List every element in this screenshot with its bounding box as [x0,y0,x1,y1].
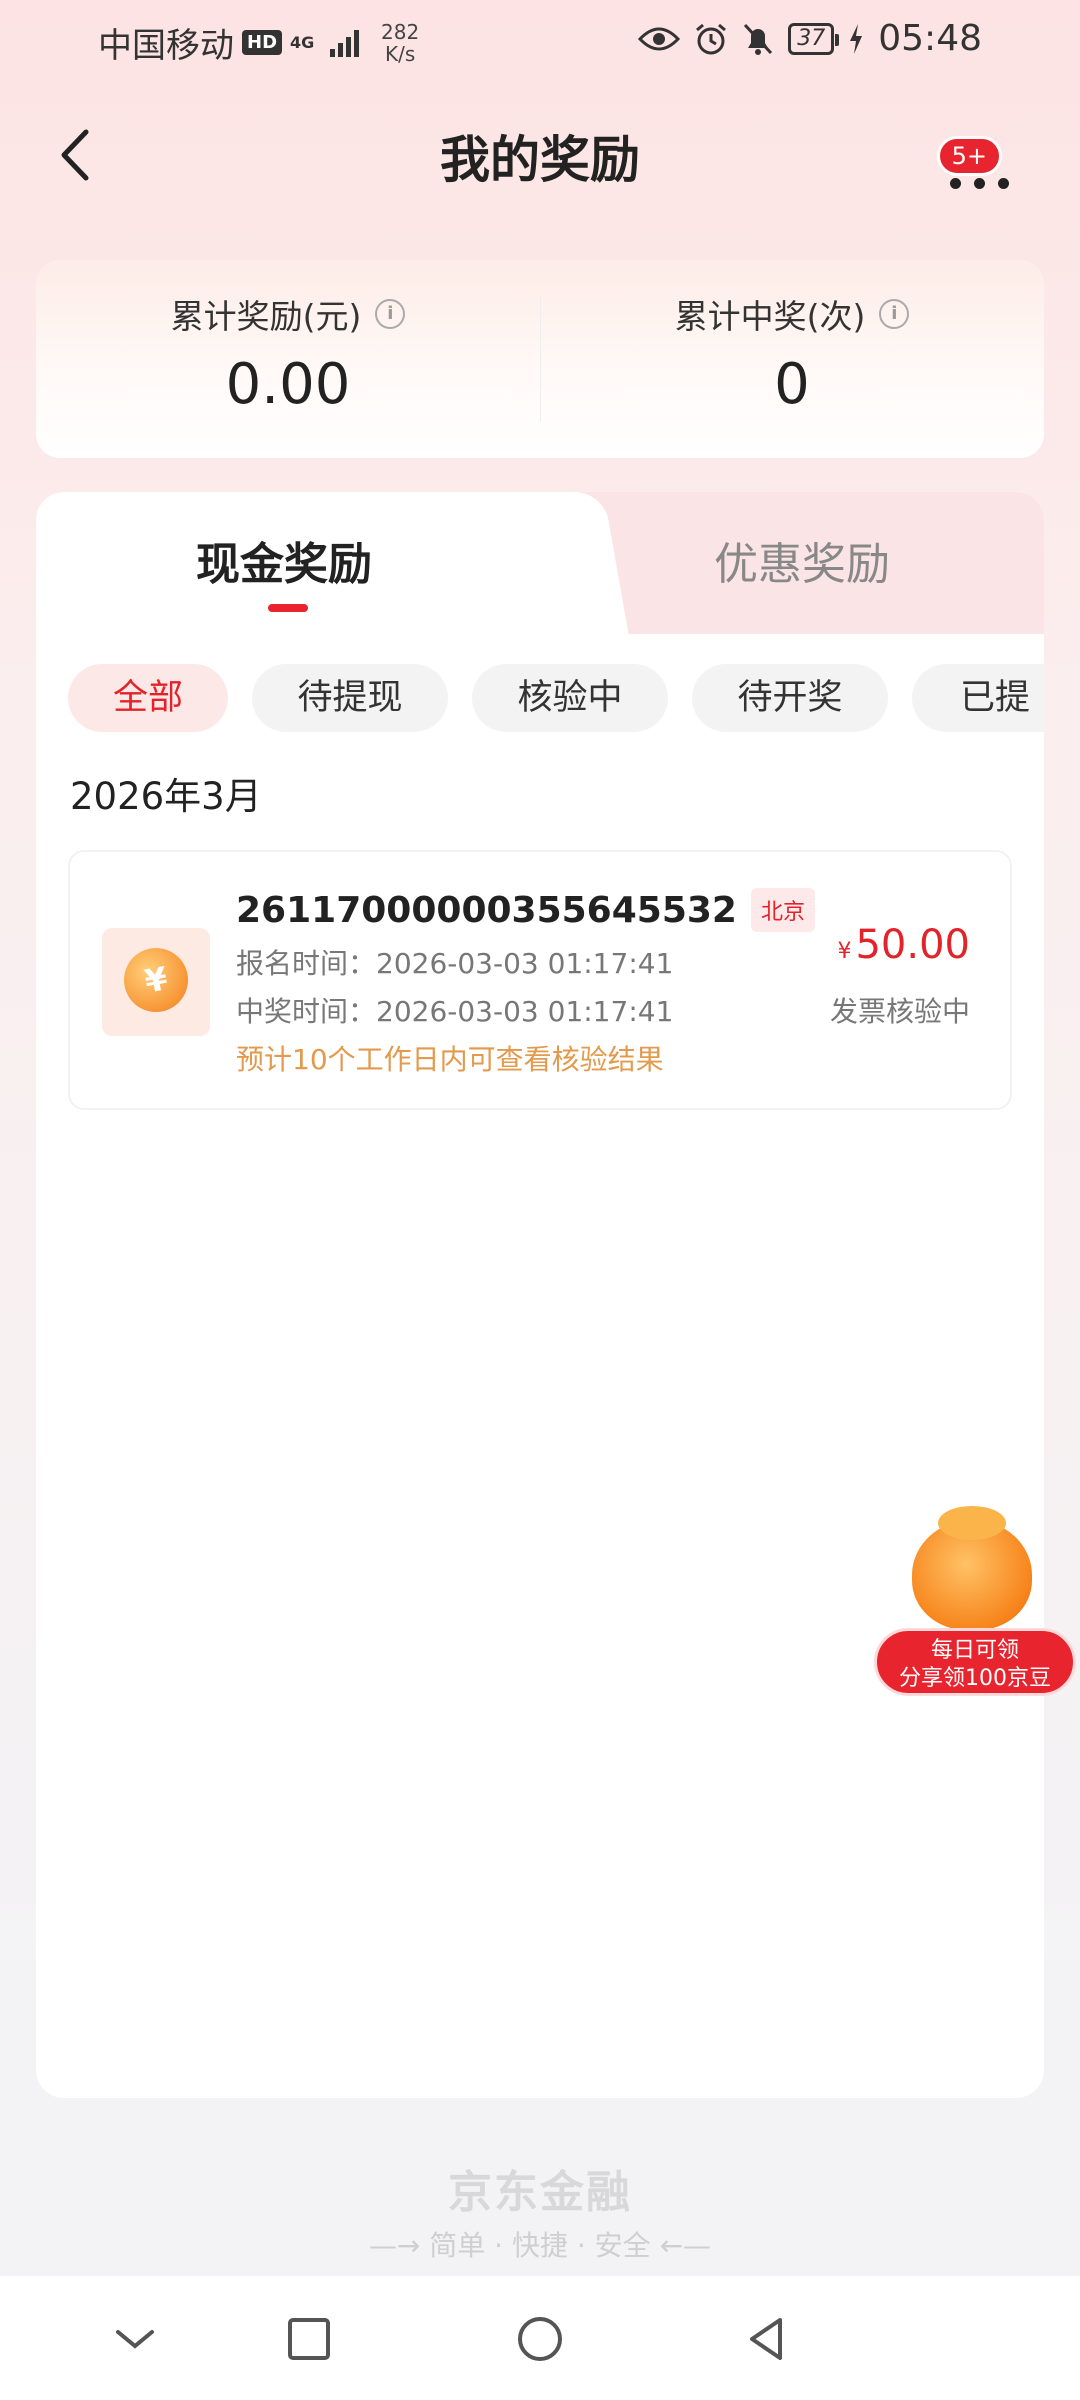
info-icon[interactable]: i [375,299,406,329]
tab-cash-reward[interactable]: 现金奖励 [196,528,372,592]
recents-square-icon[interactable] [284,2314,334,2364]
filter-withdrawn[interactable]: 已提 [912,664,1044,732]
more-menu-button[interactable]: 5+ [936,132,1024,192]
promo-line1: 每日可领 [930,1638,1019,1663]
reward-thumbnail: ¥ [102,928,210,1036]
speed-value: 282 [381,19,420,44]
charging-icon [850,23,863,54]
brand-logo: 京东金融 [448,2167,632,2218]
status-left: 中国移动 HD 4G 282 K/s [98,18,419,67]
page-title: 我的奖励 [440,131,640,189]
back-triangle-icon[interactable] [742,2314,792,2364]
speed-unit: K/s [384,41,416,66]
filter-all[interactable]: 全部 [68,664,228,732]
home-circle-icon[interactable] [515,2314,565,2364]
rewards-panel: 现金奖励 优惠奖励 全部 待提现 核验中 待开奖 已提 2026年3月 ¥ 261170… [36,492,1044,2098]
mute-bell-icon [744,23,773,55]
alarm-icon [696,23,727,54]
chevron-down-icon[interactable] [110,2314,160,2364]
city-tag: 北京 [750,888,815,932]
verify-tip: 预计10个工作日内可查看核验结果 [236,1043,664,1076]
reward-record-card[interactable]: ¥ 26117000000355645532 北京 报名时间：2026-03-0… [68,850,1012,1110]
page-header: 我的奖励 5+ [0,100,1080,210]
hd-badge: HD [242,30,283,55]
network-speed: 282 K/s [381,21,419,65]
more-dot [998,178,1009,189]
total-wins-label-row: 累计中奖(次) i [675,290,910,338]
brand-slogan: —→ 简单 · 快捷 · 安全 ←— [368,2229,712,2262]
filter-verifying[interactable]: 核验中 [472,664,668,732]
system-nav-bar [0,2276,1080,2400]
more-dots-icon [950,178,961,189]
currency-symbol: ¥ [837,939,852,964]
promo-label: 每日可领 分享领100京豆 [874,1628,1076,1696]
reward-amount: ¥50.00 [837,922,970,968]
money-bag-icon [912,1506,1032,1630]
eye-icon [638,27,681,50]
filter-pending-draw[interactable]: 待开奖 [692,664,888,732]
info-icon[interactable]: i [879,299,910,329]
status-bar: 中国移动 HD 4G 282 K/s 37 05:48 [0,0,1080,80]
status-right: 37 05:48 [638,18,982,59]
total-reward-value: 0.00 [225,352,351,417]
amount-value: 50.00 [855,922,970,968]
order-row: 26117000000355645532 北京 [236,888,815,932]
battery-icon: 37 [788,22,840,55]
month-heading: 2026年3月 [70,775,262,818]
signup-time: 报名时间：2026-03-03 01:17:41 [236,947,674,980]
record-status: 发票核验中 [829,995,970,1028]
win-time: 中奖时间：2026-03-03 01:17:41 [236,995,674,1028]
more-dot [974,178,985,189]
clock: 05:48 [878,18,982,59]
total-reward-label: 累计奖励(元) [170,297,362,336]
network-type: 4G [290,32,315,52]
floating-promo[interactable]: 每日可领 分享领100京豆 [872,1506,1080,1700]
carrier-name: 中国移动 [98,26,234,66]
total-reward: 累计奖励(元) i 0.00 [36,290,540,417]
yuan-coin-icon: ¥ [118,942,194,1018]
order-number: 26117000000355645532 [236,889,737,931]
total-wins-label: 累计中奖(次) [674,297,866,336]
promo-line2: 分享领100京豆 [899,1666,1051,1691]
reward-summary-card: 累计奖励(元) i 0.00 累计中奖(次) i 0 [36,260,1044,458]
tab-bar: 现金奖励 优惠奖励 [36,492,1044,634]
notification-badge: 5+ [936,136,1002,176]
signal-icon [330,29,360,57]
total-wins: 累计中奖(次) i 0 [540,290,1044,417]
filter-chips: 全部 待提现 核验中 待开奖 已提 [68,664,1044,734]
total-reward-label-row: 累计奖励(元) i [171,290,406,338]
total-wins-value: 0 [774,352,810,417]
tab-coupon-reward[interactable]: 优惠奖励 [714,528,890,592]
tab-bar-spacer [36,634,1044,664]
tab-indicator [268,604,308,612]
filter-pending-withdraw[interactable]: 待提现 [252,664,448,732]
